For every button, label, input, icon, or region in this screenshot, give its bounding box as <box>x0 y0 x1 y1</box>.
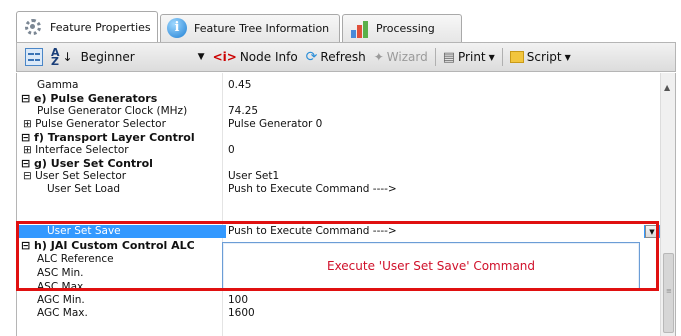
execute-command-label: Execute 'User Set Save' Command <box>326 259 536 273</box>
visibility-level-value: Beginner <box>80 50 135 64</box>
category-row[interactable]: ⊟ g) User Set Control <box>17 157 662 170</box>
refresh-label: Refresh <box>320 50 366 64</box>
visibility-level-select[interactable]: Beginner ▼ <box>77 50 209 64</box>
sort-alphabetical-button[interactable]: AZ ↓ <box>47 46 77 68</box>
scrollbar-thumb[interactable]: ≡ <box>663 253 674 333</box>
gear-icon <box>23 17 45 39</box>
grip-icon: ≡ <box>666 287 672 295</box>
property-row[interactable]: Gamma 0.45 <box>17 79 662 92</box>
tab-label: Feature Tree Information <box>194 22 330 35</box>
category-row[interactable]: ⊟ e) Pulse Generators <box>17 92 662 105</box>
script-button[interactable]: Script ▼ <box>506 50 575 64</box>
print-button[interactable]: ▤ Print ▼ <box>439 50 499 65</box>
wizard-icon: ✦ <box>373 50 384 64</box>
node-info-label: Node Info <box>239 50 298 64</box>
tab-feature-tree-information[interactable]: i Feature Tree Information <box>160 14 340 42</box>
wizard-button[interactable]: ✦ Wizard <box>370 50 432 64</box>
chevron-down-icon: ▼ <box>649 227 655 236</box>
print-icon: ▤ <box>442 49 456 65</box>
tab-bar: Feature Properties i Feature Tree Inform… <box>16 8 676 43</box>
property-row[interactable]: AGC Min. 100 <box>17 294 662 307</box>
property-grid: Gamma 0.45 ⊟ e) Pulse Generators Pulse G… <box>16 73 676 336</box>
print-label: Print <box>458 50 486 64</box>
processing-chart-icon <box>349 19 371 39</box>
property-row[interactable]: ⊞ Interface Selector 0 <box>17 144 662 157</box>
node-info-button[interactable]: <i> Node Info <box>209 50 302 64</box>
refresh-button[interactable]: ⟳ Refresh <box>302 49 370 65</box>
value-dropdown-button[interactable]: ▼ <box>645 225 659 238</box>
category-row[interactable]: ⊟ f) Transport Layer Control <box>17 131 662 144</box>
refresh-icon: ⟳ <box>305 49 318 65</box>
property-row[interactable]: ⊟ User Set Selector User Set1 <box>17 170 662 183</box>
tab-label: Processing <box>376 22 435 35</box>
property-row[interactable]: ⊞ Pulse Generator Selector Pulse Generat… <box>17 118 662 131</box>
script-label: Script <box>526 50 562 64</box>
vertical-scrollbar[interactable]: ▲ ≡ <box>660 73 675 336</box>
execute-command-button[interactable]: Execute 'User Set Save' Command <box>222 242 640 290</box>
feature-properties-window: Feature Properties i Feature Tree Inform… <box>0 0 681 336</box>
toolbar: AZ ↓ Beginner ▼ <i> Node Info ⟳ Refresh … <box>16 42 676 72</box>
node-info-icon: <i> <box>212 50 237 64</box>
property-row[interactable]: AGC Max. 1600 <box>17 307 662 320</box>
toolbar-divider <box>501 48 503 66</box>
tab-label: Feature Properties <box>50 21 151 34</box>
tab-processing[interactable]: Processing <box>342 14 462 42</box>
toolbar-divider <box>434 48 436 66</box>
wizard-label: Wizard <box>386 50 428 64</box>
chevron-down-icon: ▼ <box>488 52 495 62</box>
property-row[interactable]: Pulse Generator Clock (MHz) 74.25 <box>17 105 662 118</box>
chevron-down-icon: ▼ <box>564 52 571 62</box>
scroll-up-arrow-icon[interactable]: ▲ <box>664 83 670 92</box>
categorized-icon <box>25 48 43 66</box>
categorized-view-button[interactable] <box>21 48 47 66</box>
script-icon <box>509 51 524 63</box>
chevron-down-icon: ▼ <box>197 52 205 62</box>
property-row-selected[interactable]: User Set Save Push to Execute Command --… <box>17 225 662 238</box>
tab-feature-properties[interactable]: Feature Properties <box>16 11 158 43</box>
sort-az-icon: AZ <box>51 46 60 68</box>
property-row[interactable]: User Set Load Push to Execute Command --… <box>17 183 662 196</box>
info-icon: i <box>167 17 189 40</box>
